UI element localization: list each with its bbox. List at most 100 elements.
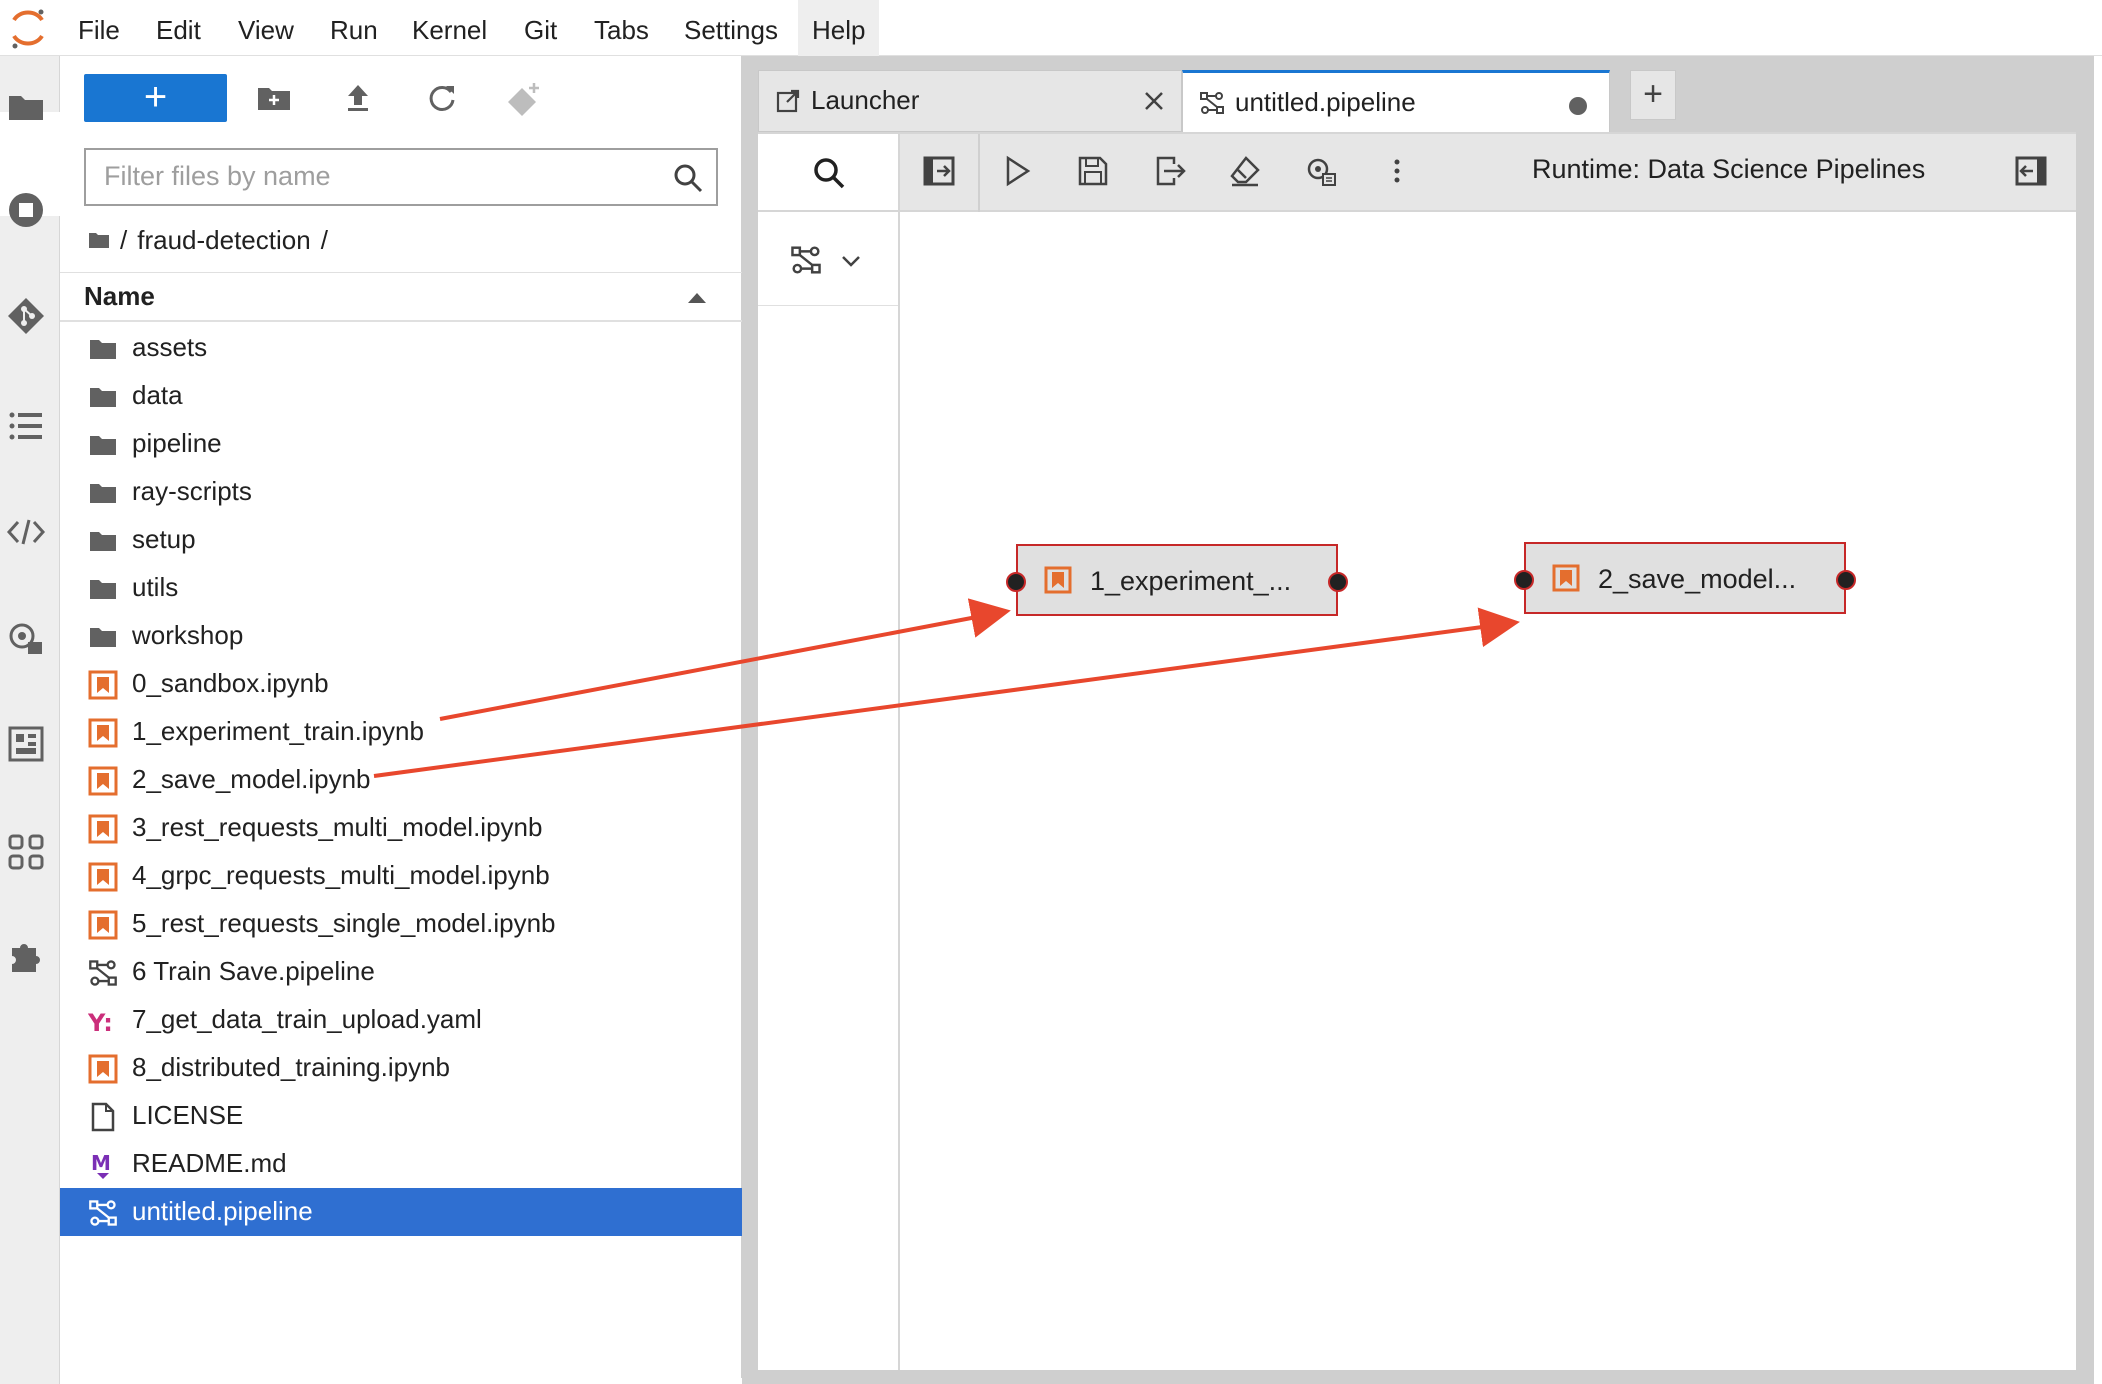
pipeline-toolbar: Runtime: Data Science Pipelines xyxy=(900,132,2076,214)
menu-settings[interactable]: Settings xyxy=(670,0,792,56)
save-pipeline-icon[interactable] xyxy=(1076,154,1110,188)
input-port[interactable] xyxy=(1514,570,1534,590)
file-row[interactable]: 1_experiment_train.ipynb xyxy=(60,708,742,756)
breadcrumb-root[interactable]: / xyxy=(120,220,127,260)
file-list: assets data pipeline ray-scripts setup utils w… xyxy=(60,324,742,1236)
file-row[interactable]: 0_sandbox.ipynb xyxy=(60,660,742,708)
menu-git[interactable]: Git xyxy=(510,0,571,56)
input-port[interactable] xyxy=(1006,572,1026,592)
file-name: LICENSE xyxy=(132,1100,244,1130)
file-name: workshop xyxy=(132,620,244,650)
home-folder-icon[interactable] xyxy=(88,230,110,250)
runtimes-icon[interactable] xyxy=(6,618,46,658)
open-panel-icon[interactable] xyxy=(922,154,956,188)
file-name: 4_grpc_requests_multi_model.ipynb xyxy=(132,860,550,890)
run-pipeline-icon[interactable] xyxy=(1000,154,1034,188)
git-clone-icon[interactable] xyxy=(508,80,544,116)
file-row[interactable]: 2_save_model.ipynb xyxy=(60,756,742,804)
folder-icon xyxy=(90,532,116,551)
file-row[interactable]: 5_rest_requests_single_model.ipynb xyxy=(60,900,742,948)
file-row[interactable]: Y: 7_get_data_train_upload.yaml xyxy=(60,996,742,1044)
file-name: 7_get_data_train_upload.yaml xyxy=(132,1004,482,1034)
folder-icon[interactable] xyxy=(6,86,46,126)
file-row[interactable]: LICENSE xyxy=(60,1092,742,1140)
open-properties-panel-icon[interactable] xyxy=(2014,154,2048,188)
file-row[interactable]: utils xyxy=(60,564,742,612)
folder-icon xyxy=(90,628,116,647)
file-list-header[interactable]: Name xyxy=(60,272,742,322)
search-icon[interactable] xyxy=(672,162,704,194)
file-row[interactable]: pipeline xyxy=(60,420,742,468)
extension-manager-icon[interactable] xyxy=(6,936,46,976)
output-port[interactable] xyxy=(1328,572,1348,592)
file-row[interactable]: 6 Train Save.pipeline xyxy=(60,948,742,996)
unsaved-indicator-icon[interactable] xyxy=(1569,97,1587,115)
file-name: 8_distributed_training.ipynb xyxy=(132,1052,450,1082)
file-row[interactable]: workshop xyxy=(60,612,742,660)
pipeline-icon xyxy=(89,1200,117,1226)
component-catalogs-icon[interactable] xyxy=(6,832,46,872)
export-pipeline-icon[interactable] xyxy=(1152,154,1186,188)
breadcrumb-folder[interactable]: fraud-detection xyxy=(137,220,310,260)
pipeline-canvas[interactable]: 1_experiment_... 2_save_model... xyxy=(900,212,2076,1370)
folder-icon xyxy=(90,484,116,503)
table-of-contents-icon[interactable] xyxy=(6,406,46,446)
toolbar-divider xyxy=(978,134,980,214)
file-row[interactable]: assets xyxy=(60,324,742,372)
file-name: 5_rest_requests_single_model.ipynb xyxy=(132,908,556,938)
node-palette xyxy=(758,132,900,1370)
sort-ascending-icon xyxy=(688,293,706,303)
more-options-icon[interactable] xyxy=(1380,154,1414,188)
git-icon[interactable] xyxy=(6,296,46,336)
menu-bar: File Edit View Run Kernel Git Tabs Setti… xyxy=(0,0,2102,56)
file-row[interactable]: untitled.pipeline xyxy=(60,1188,742,1236)
new-launcher-button[interactable]: + xyxy=(84,74,227,122)
filter-files-input[interactable] xyxy=(86,150,646,202)
file-name: 0_sandbox.ipynb xyxy=(132,668,329,698)
output-port[interactable] xyxy=(1836,570,1856,590)
menu-kernel[interactable]: Kernel xyxy=(398,0,501,56)
file-name: pipeline xyxy=(132,428,222,458)
tab-launcher[interactable]: Launcher xyxy=(758,70,1182,132)
menu-run[interactable]: Run xyxy=(316,0,392,56)
tab-untitled-pipeline[interactable]: untitled.pipeline xyxy=(1182,70,1610,132)
menu-edit[interactable]: Edit xyxy=(142,0,215,56)
file-row[interactable]: ray-scripts xyxy=(60,468,742,516)
upload-icon[interactable] xyxy=(340,80,376,116)
chevron-down-icon[interactable] xyxy=(840,250,862,272)
refresh-icon[interactable] xyxy=(424,80,460,116)
runtime-label: Runtime: Data Science Pipelines xyxy=(1532,154,1926,184)
close-icon[interactable] xyxy=(1141,88,1167,114)
code-snippets-icon[interactable] xyxy=(6,512,46,552)
new-folder-icon[interactable] xyxy=(256,80,292,116)
file-row[interactable]: data xyxy=(60,372,742,420)
right-edge xyxy=(2094,56,2102,1384)
file-row[interactable]: 8_distributed_training.ipynb xyxy=(60,1044,742,1092)
file-row[interactable]: M README.md xyxy=(60,1140,742,1188)
file-name: ray-scripts xyxy=(132,476,252,506)
palette-pipeline-cell[interactable] xyxy=(758,212,898,306)
running-sessions-icon[interactable] xyxy=(6,190,46,230)
column-name[interactable]: Name xyxy=(84,281,155,312)
folder-icon xyxy=(90,340,116,359)
clear-pipeline-icon[interactable] xyxy=(1228,154,1262,188)
file-row[interactable]: 3_rest_requests_multi_model.ipynb xyxy=(60,804,742,852)
notebook-icon xyxy=(88,718,118,748)
pipeline-node-1[interactable]: 1_experiment_... xyxy=(1006,544,1348,616)
menu-file[interactable]: File xyxy=(64,0,134,56)
runtimes-icon[interactable] xyxy=(1304,154,1338,188)
menu-tabs[interactable]: Tabs xyxy=(580,0,663,56)
file-name: 3_rest_requests_multi_model.ipynb xyxy=(132,812,543,842)
pipeline-node-2[interactable]: 2_save_model... xyxy=(1514,542,1856,614)
file-name: setup xyxy=(132,524,196,554)
add-tab-button[interactable]: + xyxy=(1630,70,1676,120)
breadcrumb-trailing: / xyxy=(320,225,328,255)
file-row[interactable]: setup xyxy=(60,516,742,564)
search-icon[interactable] xyxy=(812,156,846,190)
runtime-images-icon[interactable] xyxy=(6,724,46,764)
menu-view[interactable]: View xyxy=(224,0,308,56)
menu-help[interactable]: Help xyxy=(798,0,880,56)
file-row[interactable]: 4_grpc_requests_multi_model.ipynb xyxy=(60,852,742,900)
tab-launcher-label: Launcher xyxy=(811,85,920,115)
jupyter-logo-icon[interactable] xyxy=(8,6,48,50)
